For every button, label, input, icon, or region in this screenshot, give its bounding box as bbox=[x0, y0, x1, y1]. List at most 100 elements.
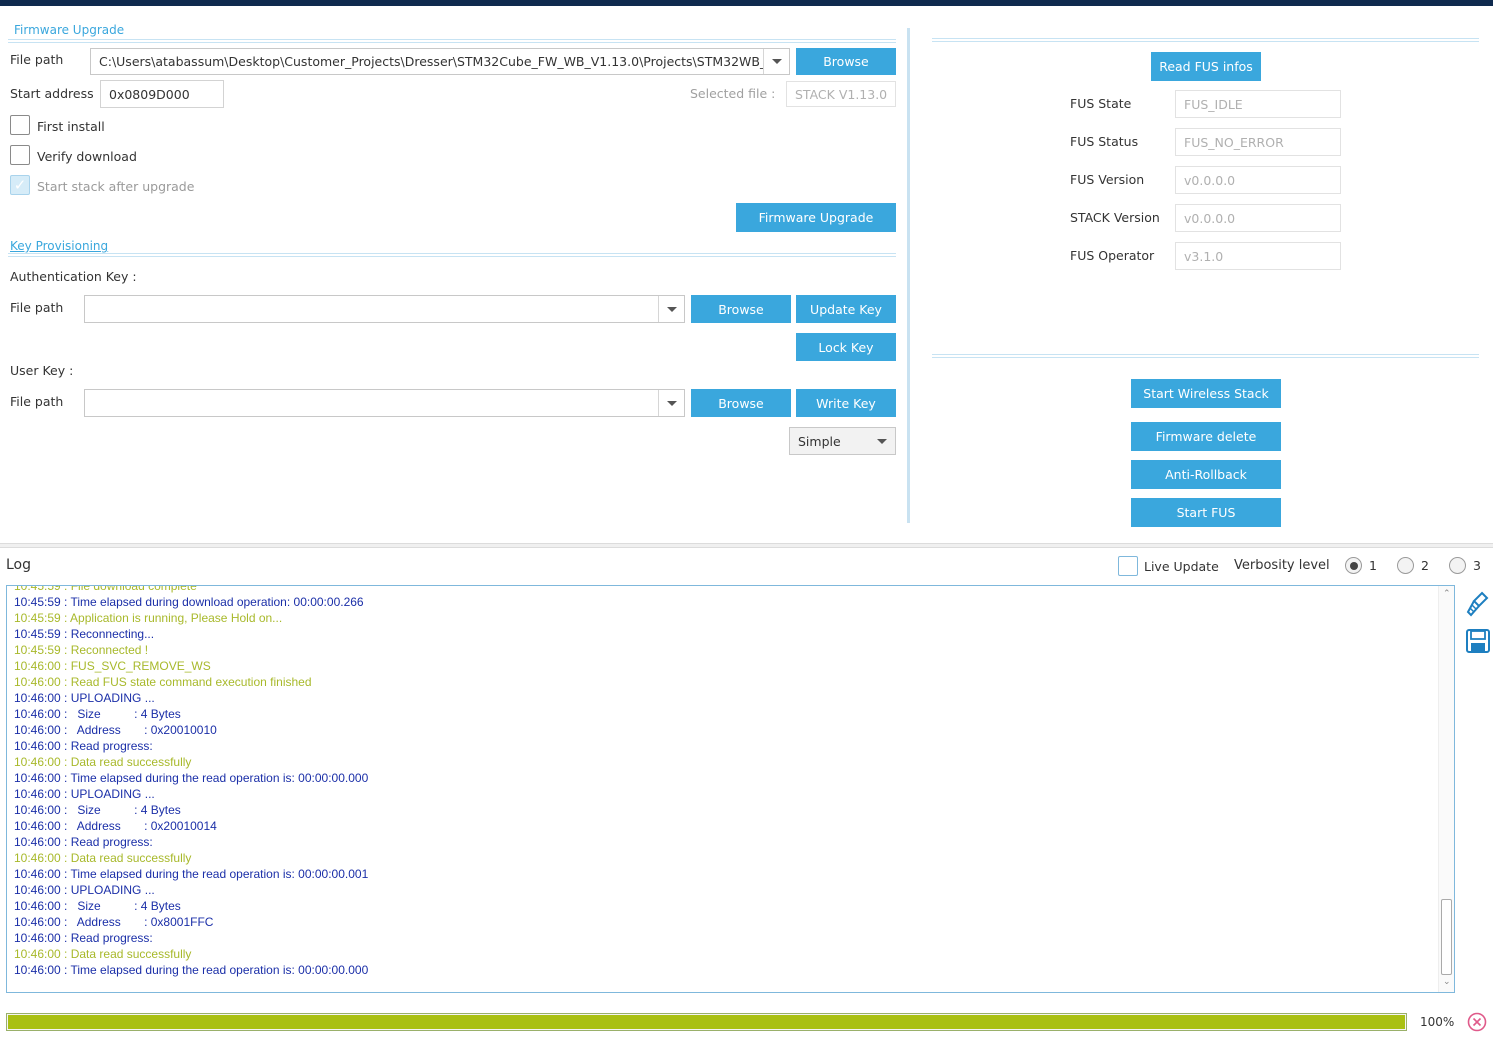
log-line: 10:46:00 : Read progress: bbox=[14, 739, 153, 753]
key-provisioning-section-title: Key Provisioning bbox=[10, 239, 109, 253]
firmware-file-path-value[interactable]: C:\Users\atabassum\Desktop\Customer_Proj… bbox=[91, 49, 763, 74]
verbosity-option-3: 3 bbox=[1473, 558, 1481, 573]
stack-version-label: STACK Version bbox=[1070, 210, 1160, 225]
user-key-label: User Key : bbox=[10, 363, 74, 378]
log-line: 10:45:59 : Reconnecting... bbox=[14, 627, 155, 641]
first-install-label: First install bbox=[37, 119, 105, 134]
fus-operator-value: v3.1.0 bbox=[1175, 242, 1341, 270]
log-line: 10:45:59 : Application is running, Pleas… bbox=[14, 611, 283, 625]
log-line: 10:46:00 : UPLOADING ... bbox=[14, 883, 155, 897]
fus-state-value: FUS_IDLE bbox=[1175, 90, 1341, 118]
fus-version-value: v0.0.0.0 bbox=[1175, 166, 1341, 194]
firmware-upgrade-rule bbox=[8, 39, 896, 43]
start-fus-button[interactable]: Start FUS bbox=[1131, 498, 1281, 527]
fus-state-label: FUS State bbox=[1070, 96, 1132, 111]
verbosity-radio-1[interactable] bbox=[1345, 557, 1362, 574]
firmware-delete-button[interactable]: Firmware delete bbox=[1131, 422, 1281, 451]
user-file-path-label: File path bbox=[10, 394, 64, 409]
firmware-upgrade-section-title: Firmware Upgrade bbox=[14, 23, 125, 37]
log-line: 10:45:59 : Reconnected ! bbox=[14, 643, 149, 657]
log-line: 10:46:00 : Data read successfully bbox=[14, 851, 192, 865]
progress-fill bbox=[8, 1015, 1405, 1029]
selected-file-label: Selected file : bbox=[690, 86, 776, 101]
log-line-partial: 10:45:59 : File download complete bbox=[14, 585, 197, 593]
selected-file-value: STACK V1.13.0 bbox=[786, 81, 896, 107]
start-stack-checkbox[interactable]: ✓ bbox=[10, 175, 30, 195]
first-install-checkbox[interactable] bbox=[10, 115, 30, 135]
auth-key-label: Authentication Key : bbox=[10, 269, 137, 284]
write-key-button[interactable]: Write Key bbox=[796, 389, 896, 417]
cancel-icon[interactable] bbox=[1467, 1012, 1487, 1032]
checkmark-icon: ✓ bbox=[13, 176, 27, 194]
log-lines: 10:45:59 : File download complete 10:45:… bbox=[14, 585, 369, 978]
fus-operator-label: FUS Operator bbox=[1070, 248, 1155, 263]
firmware-browse-button[interactable]: Browse bbox=[796, 48, 896, 75]
log-line: 10:46:00 : Address : 0x20010010 bbox=[14, 723, 217, 737]
scroll-down-icon[interactable]: ⌄ bbox=[1443, 977, 1451, 987]
user-key-file-combo[interactable] bbox=[84, 389, 685, 417]
key-provisioning-rule bbox=[8, 253, 896, 257]
verbosity-radio-3[interactable] bbox=[1449, 557, 1466, 574]
chevron-down-icon[interactable] bbox=[869, 428, 895, 454]
log-output[interactable]: 10:45:59 : File download complete 10:45:… bbox=[6, 585, 1455, 993]
auth-browse-button[interactable]: Browse bbox=[691, 295, 791, 323]
stack-version-value: v0.0.0.0 bbox=[1175, 204, 1341, 232]
log-line: 10:45:59 : Time elapsed during download … bbox=[14, 595, 364, 609]
auth-key-file-combo[interactable] bbox=[84, 295, 685, 323]
log-splitter[interactable] bbox=[0, 543, 1493, 548]
log-line: 10:46:00 : Read FUS state command execut… bbox=[14, 675, 312, 689]
start-address-input[interactable]: 0x0809D000 bbox=[100, 80, 224, 108]
user-key-file-value[interactable] bbox=[85, 390, 658, 416]
title-bar-strip bbox=[0, 0, 1493, 6]
read-fus-infos-button[interactable]: Read FUS infos bbox=[1151, 52, 1261, 81]
auth-key-file-value[interactable] bbox=[85, 296, 658, 322]
key-type-value[interactable]: Simple bbox=[790, 428, 869, 454]
live-update-label: Live Update bbox=[1144, 559, 1219, 574]
save-icon[interactable] bbox=[1465, 628, 1491, 656]
lock-key-button[interactable]: Lock Key bbox=[796, 333, 896, 361]
fus-top-rule bbox=[932, 38, 1479, 42]
firmware-file-path-combo[interactable]: C:\Users\atabassum\Desktop\Customer_Proj… bbox=[90, 48, 790, 75]
panel-divider[interactable] bbox=[907, 28, 910, 523]
progress-label: 100% bbox=[1420, 1015, 1455, 1029]
log-title: Log bbox=[6, 557, 32, 573]
anti-rollback-button[interactable]: Anti-Rollback bbox=[1131, 460, 1281, 489]
verbosity-radio-2[interactable] bbox=[1397, 557, 1414, 574]
start-wireless-stack-button[interactable]: Start Wireless Stack bbox=[1131, 379, 1281, 408]
chevron-down-icon[interactable] bbox=[658, 296, 684, 322]
fus-status-label: FUS Status bbox=[1070, 134, 1139, 149]
verbosity-option-2: 2 bbox=[1421, 558, 1429, 573]
file-path-label: File path bbox=[10, 52, 64, 67]
log-line: 10:46:00 : Size : 4 Bytes bbox=[14, 707, 181, 721]
log-line: 10:46:00 : Address : 0x8001FFC bbox=[14, 915, 214, 929]
update-key-button[interactable]: Update Key bbox=[796, 295, 896, 323]
log-line: 10:46:00 : Time elapsed during the read … bbox=[14, 963, 369, 977]
log-line: 10:46:00 : Read progress: bbox=[14, 931, 153, 945]
scroll-up-icon[interactable]: ⌃ bbox=[1443, 589, 1451, 599]
fus-mid-rule bbox=[932, 354, 1479, 358]
verbosity-label: Verbosity level bbox=[1234, 558, 1330, 573]
key-type-select[interactable]: Simple bbox=[789, 427, 896, 455]
verify-download-checkbox[interactable] bbox=[10, 145, 30, 165]
log-scrollbar[interactable]: ⌃ ⌄ bbox=[1438, 586, 1454, 992]
log-line: 10:46:00 : Size : 4 Bytes bbox=[14, 899, 181, 913]
live-update-checkbox[interactable] bbox=[1118, 556, 1138, 576]
verbosity-option-1: 1 bbox=[1369, 558, 1377, 573]
log-line: 10:46:00 : Time elapsed during the read … bbox=[14, 867, 369, 881]
fus-status-value: FUS_NO_ERROR bbox=[1175, 128, 1341, 156]
start-stack-label: Start stack after upgrade bbox=[37, 179, 195, 194]
broom-icon[interactable] bbox=[1465, 590, 1491, 618]
log-line: 10:46:00 : UPLOADING ... bbox=[14, 691, 155, 705]
log-line: 10:46:00 : FUS_SVC_REMOVE_WS bbox=[14, 659, 211, 673]
firmware-upgrade-button[interactable]: Firmware Upgrade bbox=[736, 203, 896, 232]
chevron-down-icon[interactable] bbox=[763, 49, 789, 74]
log-line: 10:46:00 : Data read successfully bbox=[14, 755, 192, 769]
log-line: 10:46:00 : Read progress: bbox=[14, 835, 153, 849]
user-browse-button[interactable]: Browse bbox=[691, 389, 791, 417]
radio-selected-dot bbox=[1349, 561, 1358, 570]
auth-file-path-label: File path bbox=[10, 300, 64, 315]
log-line: 10:46:00 : UPLOADING ... bbox=[14, 787, 155, 801]
chevron-down-icon[interactable] bbox=[658, 390, 684, 416]
progress-bar bbox=[6, 1013, 1407, 1031]
log-scrollbar-thumb[interactable] bbox=[1441, 899, 1452, 975]
